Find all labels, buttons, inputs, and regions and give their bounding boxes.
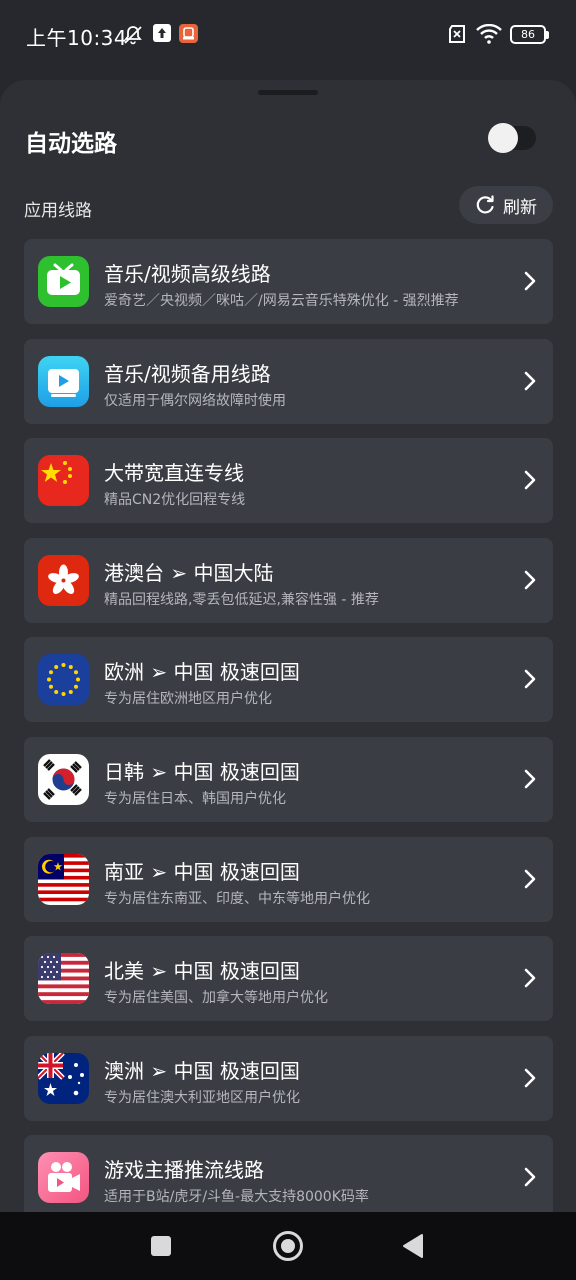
video-play-icon: [38, 355, 89, 407]
recents-button[interactable]: [151, 1236, 171, 1256]
system-nav-bar: [0, 1212, 576, 1280]
hong-kong-flag-icon: [38, 554, 89, 606]
route-item-north-america[interactable]: 北美 ➢ 中国 极速回国 专为居住美国、加拿大等地用户优化: [24, 936, 553, 1022]
route-subtitle: 爱奇艺／央视频／咪咕／/网易云音乐特殊优化 - 强烈推荐: [104, 293, 459, 309]
route-item-direct-line[interactable]: 大带宽直连专线 精品CN2优化回程专线: [24, 438, 553, 524]
auto-route-toggle[interactable]: [488, 123, 536, 153]
route-subtitle: 专为居住日本、韩国用户优化: [104, 790, 286, 807]
app-notification-icon: [179, 24, 198, 47]
status-time: 上午10:34: [26, 26, 128, 50]
route-title: 港澳台 ➢ 中国大陆: [104, 560, 274, 585]
korea-flag-icon: [38, 753, 89, 805]
status-bar: 上午10:34 86: [0, 0, 576, 72]
back-button[interactable]: [402, 1234, 424, 1258]
route-subtitle: 精品回程线路,零丢包低延迟,兼容性强 - 推荐: [104, 591, 379, 608]
route-item-game-streaming[interactable]: 游戏主播推流线路 适用于B站/虎牙/斗鱼-最大支持8000K码率: [24, 1135, 553, 1212]
route-item-south-asia[interactable]: 南亚 ➢ 中国 极速回国 专为居住东南亚、印度、中东等地用户优化: [24, 836, 553, 922]
route-sheet: 自动选路 应用线路 刷新 音乐/视频高级线路 爱奇艺／央视频／咪咕／/网易云音乐…: [0, 80, 576, 1212]
home-button[interactable]: [273, 1231, 303, 1261]
chevron-right-icon: [524, 968, 536, 988]
route-item-europe[interactable]: 欧洲 ➢ 中国 极速回国 专为居住欧洲地区用户优化: [24, 637, 553, 723]
usa-flag-icon: [38, 953, 89, 1005]
chevron-right-icon: [524, 869, 536, 888]
route-title: 欧洲 ➢ 中国 极速回国: [104, 660, 300, 685]
route-subtitle: 专为居住欧洲地区用户优化: [104, 691, 272, 708]
route-title: 日韩 ➢ 中国 极速回国: [104, 759, 300, 784]
route-title: 音乐/视频备用线路: [104, 361, 271, 386]
tv-play-icon: [38, 256, 89, 307]
route-list: 音乐/视频高级线路 爱奇艺／央视频／咪咕／/网易云音乐特殊优化 - 强烈推荐 音…: [24, 239, 553, 1212]
route-subtitle: 仅适用于偶尔网络故障时使用: [104, 392, 286, 409]
route-subtitle: 专为居住东南亚、印度、中东等地用户优化: [104, 890, 370, 907]
route-item-music-video-backup[interactable]: 音乐/视频备用线路 仅适用于偶尔网络故障时使用: [24, 338, 553, 424]
auto-route-title: 自动选路: [25, 131, 117, 157]
toggle-knob: [488, 123, 518, 153]
route-title: 游戏主播推流线路: [104, 1158, 264, 1183]
refresh-icon: [476, 195, 494, 214]
mute-bell-icon: [122, 24, 144, 50]
route-title: 北美 ➢ 中国 极速回国: [104, 959, 300, 984]
route-item-japan-korea[interactable]: 日韩 ➢ 中国 极速回国 专为居住日本、韩国用户优化: [24, 736, 553, 822]
refresh-button[interactable]: 刷新: [459, 186, 553, 224]
route-item-music-video-premium[interactable]: 音乐/视频高级线路 爱奇艺／央视频／咪咕／/网易云音乐特殊优化 - 强烈推荐: [24, 239, 553, 324]
section-label: 应用线路: [24, 201, 92, 221]
chevron-right-icon: [524, 1168, 536, 1187]
chevron-right-icon: [524, 670, 536, 689]
route-item-australia[interactable]: 澳洲 ➢ 中国 极速回国 专为居住澳大利亚地区用户优化: [24, 1035, 553, 1121]
route-subtitle: 适用于B站/虎牙/斗鱼-最大支持8000K码率: [104, 1189, 369, 1206]
video-camera-icon: [38, 1152, 89, 1204]
malaysia-flag-icon: [38, 853, 89, 905]
route-subtitle: 精品CN2优化回程专线: [104, 492, 246, 509]
china-flag-icon: [38, 455, 89, 507]
route-subtitle: 专为居住美国、加拿大等地用户优化: [104, 990, 328, 1007]
battery-icon: 86: [510, 25, 549, 44]
wifi-icon: [476, 23, 502, 48]
route-item-hk-mo-tw[interactable]: 港澳台 ➢ 中国大陆 精品回程线路,零丢包低延迟,兼容性强 - 推荐: [24, 537, 553, 623]
chevron-right-icon: [524, 271, 536, 291]
route-title: 大带宽直连专线: [104, 461, 244, 486]
refresh-label: 刷新: [503, 197, 537, 218]
chevron-right-icon: [524, 769, 536, 789]
route-title: 音乐/视频高级线路: [104, 262, 271, 286]
chevron-right-icon: [524, 570, 536, 590]
upload-icon: [153, 24, 171, 46]
no-sim-icon: [446, 24, 468, 48]
sheet-drag-handle[interactable]: [258, 90, 318, 95]
chevron-right-icon: [524, 371, 536, 390]
route-title: 南亚 ➢ 中国 极速回国: [104, 859, 300, 884]
eu-flag-icon: [38, 654, 89, 706]
chevron-right-icon: [524, 1068, 536, 1088]
route-title: 澳洲 ➢ 中国 极速回国: [104, 1058, 300, 1083]
chevron-right-icon: [524, 470, 536, 490]
route-subtitle: 专为居住澳大利亚地区用户优化: [104, 1089, 300, 1106]
australia-flag-icon: [38, 1052, 89, 1104]
